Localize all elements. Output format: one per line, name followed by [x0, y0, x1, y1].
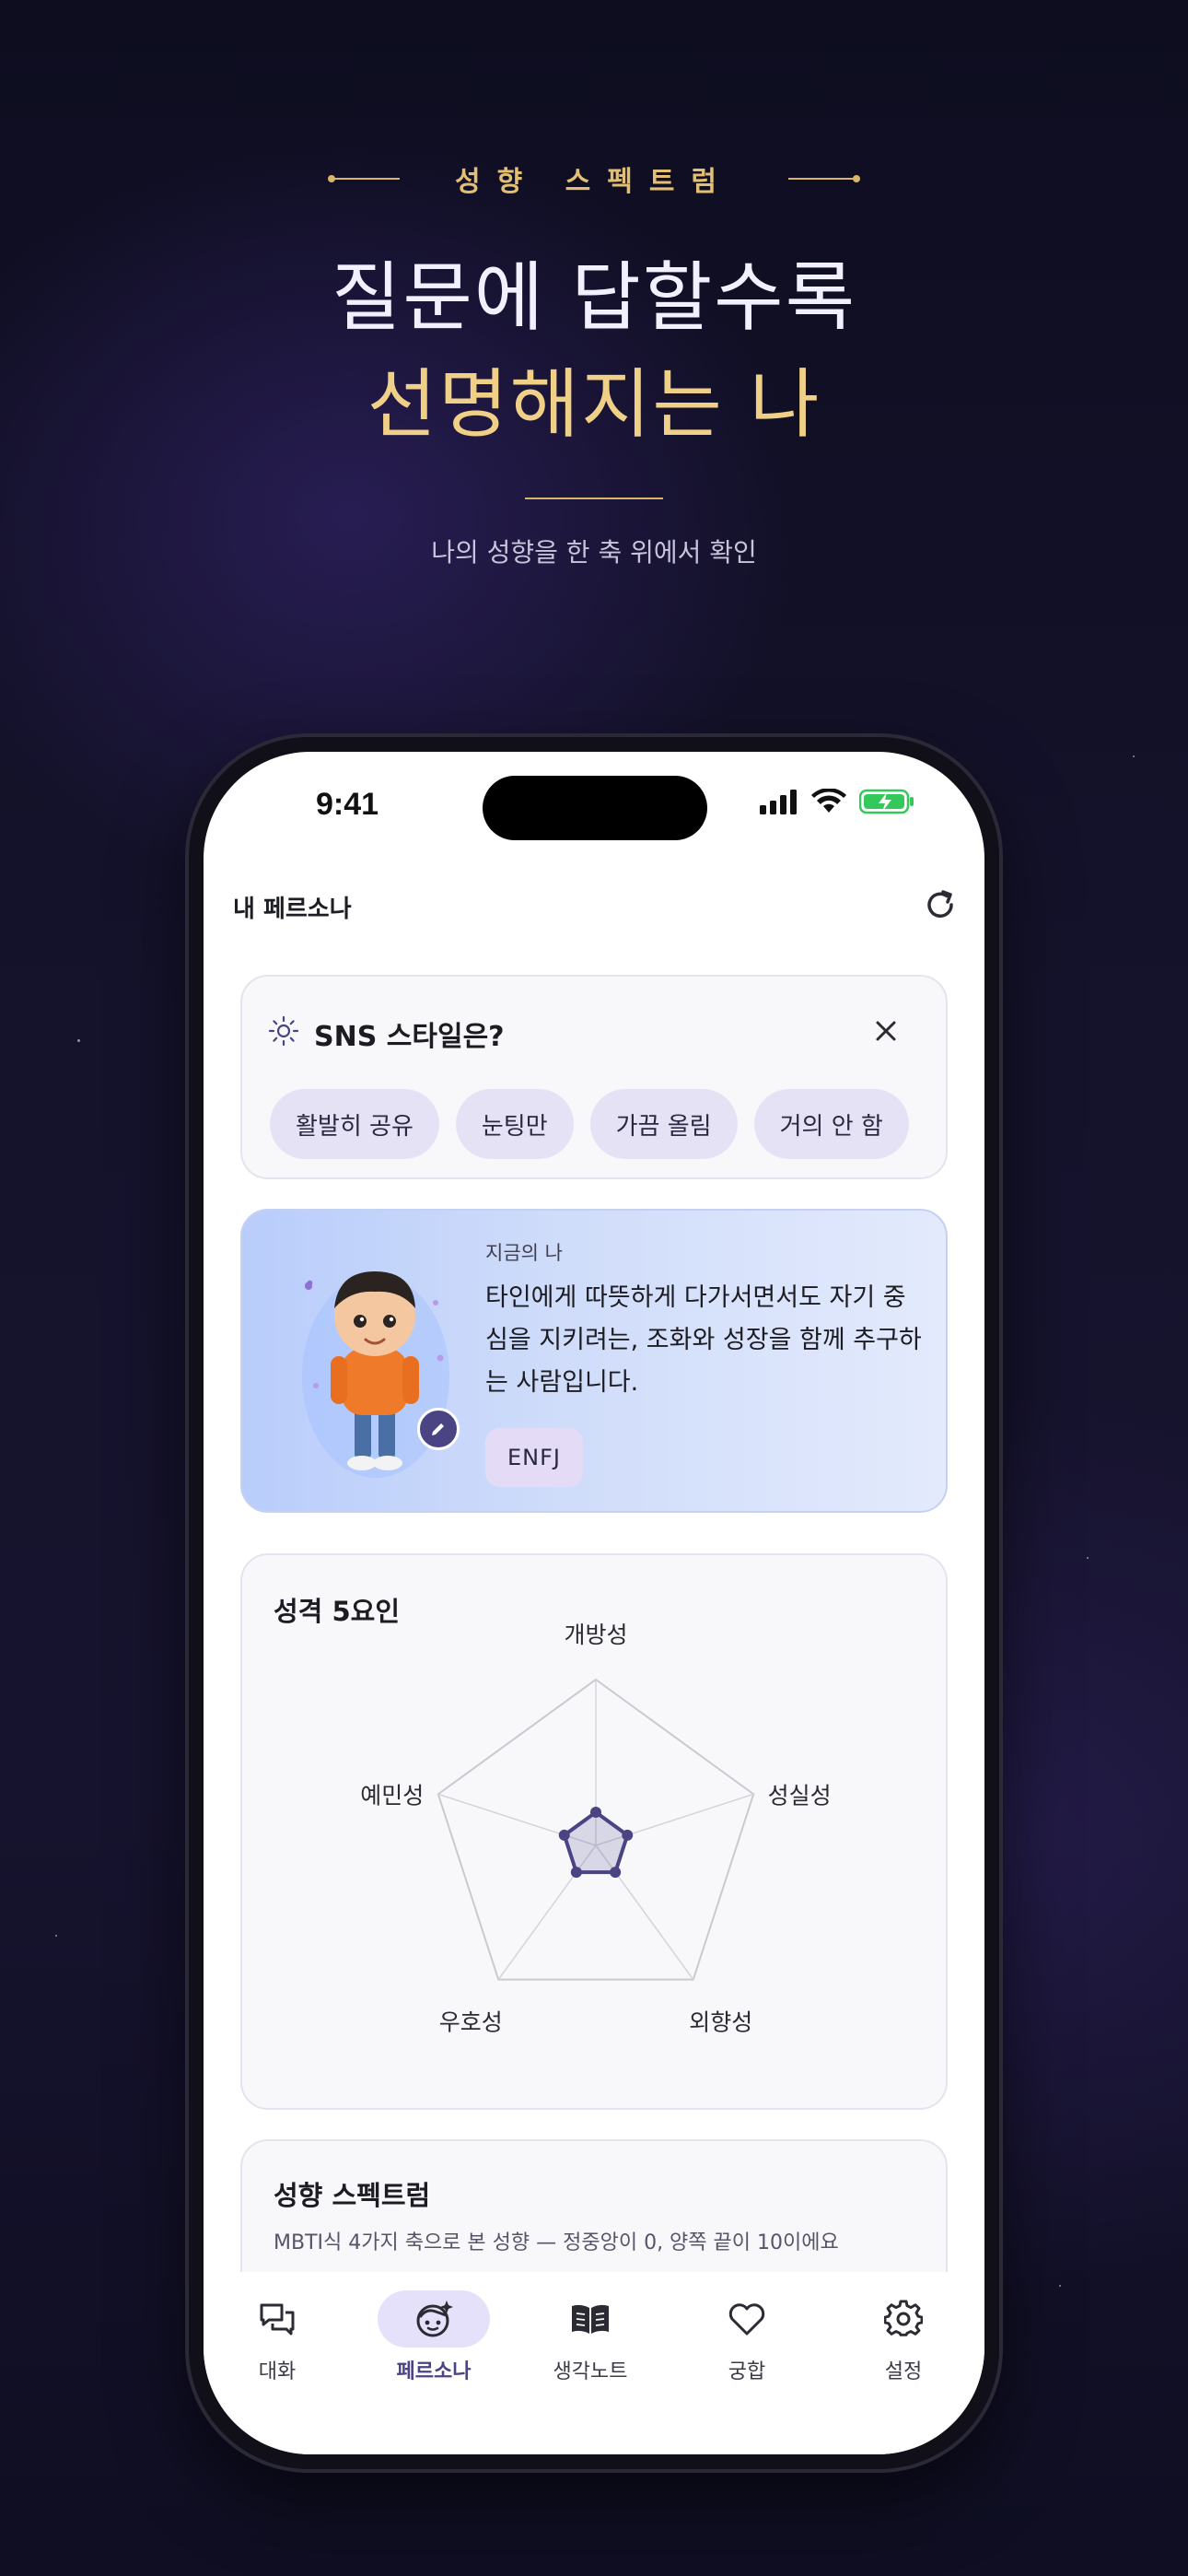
header-divider — [525, 498, 663, 499]
sns-option-chip[interactable]: 가끔 올림 — [589, 1089, 738, 1159]
persona-description: 타인에게 따뜻하게 다가서면서도 자기 중심을 지키려는, 조화와 성장을 함께… — [485, 1283, 922, 1397]
radar-axis-label: 성실성 — [768, 1782, 832, 1809]
tab-notes-label: 생각노트 — [553, 2360, 628, 2383]
radar-point-4 — [558, 1829, 570, 1841]
sns-option-chip[interactable]: 눈팅만 — [455, 1089, 574, 1159]
status-icons — [760, 789, 914, 814]
dynamic-island — [483, 776, 707, 840]
radar-point-2 — [610, 1867, 622, 1879]
big5-radar-chart: 개방성성실성외향성 우호성 예민성 — [360, 1622, 832, 2036]
sns-option-chip[interactable]: 활발히 공유 — [270, 1089, 439, 1159]
sns-options: 활발히 공유 눈팅만 가끔 올림 거의 안 함 — [270, 1089, 909, 1159]
persona-face-icon — [416, 2301, 453, 2337]
tab-notes[interactable]: 생각노트 — [517, 2290, 664, 2401]
radar-point-3 — [570, 1867, 582, 1879]
radar-data-area — [562, 1810, 630, 1875]
phone-frame: 9:41 내 페르소나 SNS 스타일은? 활발히 공유 눈팅만 가끔 올림 거… — [189, 737, 999, 2469]
heart-icon — [728, 2303, 765, 2336]
star-decoration — [55, 1935, 57, 1937]
sns-option-chip[interactable]: 거의 안 함 — [753, 1089, 909, 1159]
status-time: 9:41 — [316, 787, 379, 822]
radar-axis-label: 외향성 — [689, 2009, 752, 2036]
radar-axis-label: 예민성 — [360, 1782, 424, 1809]
tab-persona-pill — [378, 2290, 490, 2348]
big5-card: 성격 5요인 개방성 성실성 외향성 우호성 예민성 — [240, 1553, 948, 2110]
kicker-text: 성향 스펙트럼 — [454, 166, 734, 198]
kicker-line-right — [788, 175, 861, 182]
tab-persona-label: 페르소나 — [396, 2360, 472, 2383]
radar-point-0 — [590, 1807, 601, 1818]
star-decoration — [77, 1039, 80, 1042]
tab-chat-label: 대화 — [258, 2360, 297, 2383]
header-subtitle: 나의 성향을 한 축 위에서 확인 — [431, 537, 757, 568]
mbti-badge: ENFJ — [485, 1428, 583, 1487]
star-decoration — [1059, 2285, 1061, 2287]
sns-question: SNS 스타일은? — [314, 1021, 505, 1053]
headline-line-1: 질문에 답할수록 — [331, 254, 857, 342]
tab-notes-pill — [534, 2290, 646, 2348]
star-decoration — [1087, 1557, 1089, 1559]
pencil-icon — [432, 1423, 444, 1435]
edit-avatar-button[interactable] — [417, 1408, 460, 1450]
chat-bubbles-icon — [260, 2303, 295, 2336]
book-icon — [572, 2304, 609, 2334]
radar-axis-label: 개방성 — [564, 1622, 627, 1648]
persona-label: 지금의 나 — [485, 1242, 563, 1264]
tab-settings[interactable]: 설정 — [830, 2290, 977, 2401]
tab-match-pill — [691, 2290, 803, 2348]
sun-icon — [268, 1015, 299, 1047]
tab-settings-pill — [847, 2290, 960, 2348]
gear-icon — [884, 2300, 923, 2336]
tab-match-label: 궁합 — [728, 2360, 766, 2383]
refresh-icon[interactable] — [922, 886, 959, 923]
page-title: 내 페르소나 — [233, 896, 352, 923]
sns-question-card: SNS 스타일은? 활발히 공유 눈팅만 가끔 올림 거의 안 함 — [240, 975, 948, 1179]
spectrum-description: MBTI식 4가지 축으로 본 성향 — 정중앙이 0, 양쪽 끝이 10이에요 — [274, 2231, 839, 2254]
tab-chat-pill — [221, 2290, 333, 2348]
bottom-tab-bar: 대화 페르소나 생각노트 궁합 설정 — [204, 2272, 984, 2454]
phone-screen: 9:41 내 페르소나 SNS 스타일은? 활발히 공유 눈팅만 가끔 올림 거… — [204, 752, 984, 2454]
kicker-line-left — [327, 175, 400, 182]
avatar-character — [302, 1271, 449, 1478]
close-icon[interactable] — [872, 1017, 900, 1045]
battery-charging-icon — [859, 789, 914, 814]
spectrum-title: 성향 스펙트럼 — [274, 2180, 431, 2211]
star-decoration — [1133, 755, 1135, 757]
wifi-icon — [811, 789, 846, 813]
tab-match[interactable]: 궁합 — [673, 2290, 821, 2401]
tab-persona[interactable]: 페르소나 — [360, 2290, 507, 2401]
section-kicker: 성향 스펙트럼 — [0, 158, 1188, 199]
radar-point-1 — [622, 1829, 634, 1841]
tab-settings-label: 설정 — [884, 2360, 923, 2383]
tab-chat[interactable]: 대화 — [204, 2290, 351, 2401]
radar-axis-label: 우호성 — [439, 2009, 503, 2036]
headline-line-2: 선명해지는 나 — [367, 361, 821, 449]
persona-card[interactable]: 지금의 나 타인에게 따뜻하게 다가서면서도 자기 중심을 지키려는, 조화와 … — [240, 1209, 948, 1513]
signal-icon — [760, 790, 797, 814]
